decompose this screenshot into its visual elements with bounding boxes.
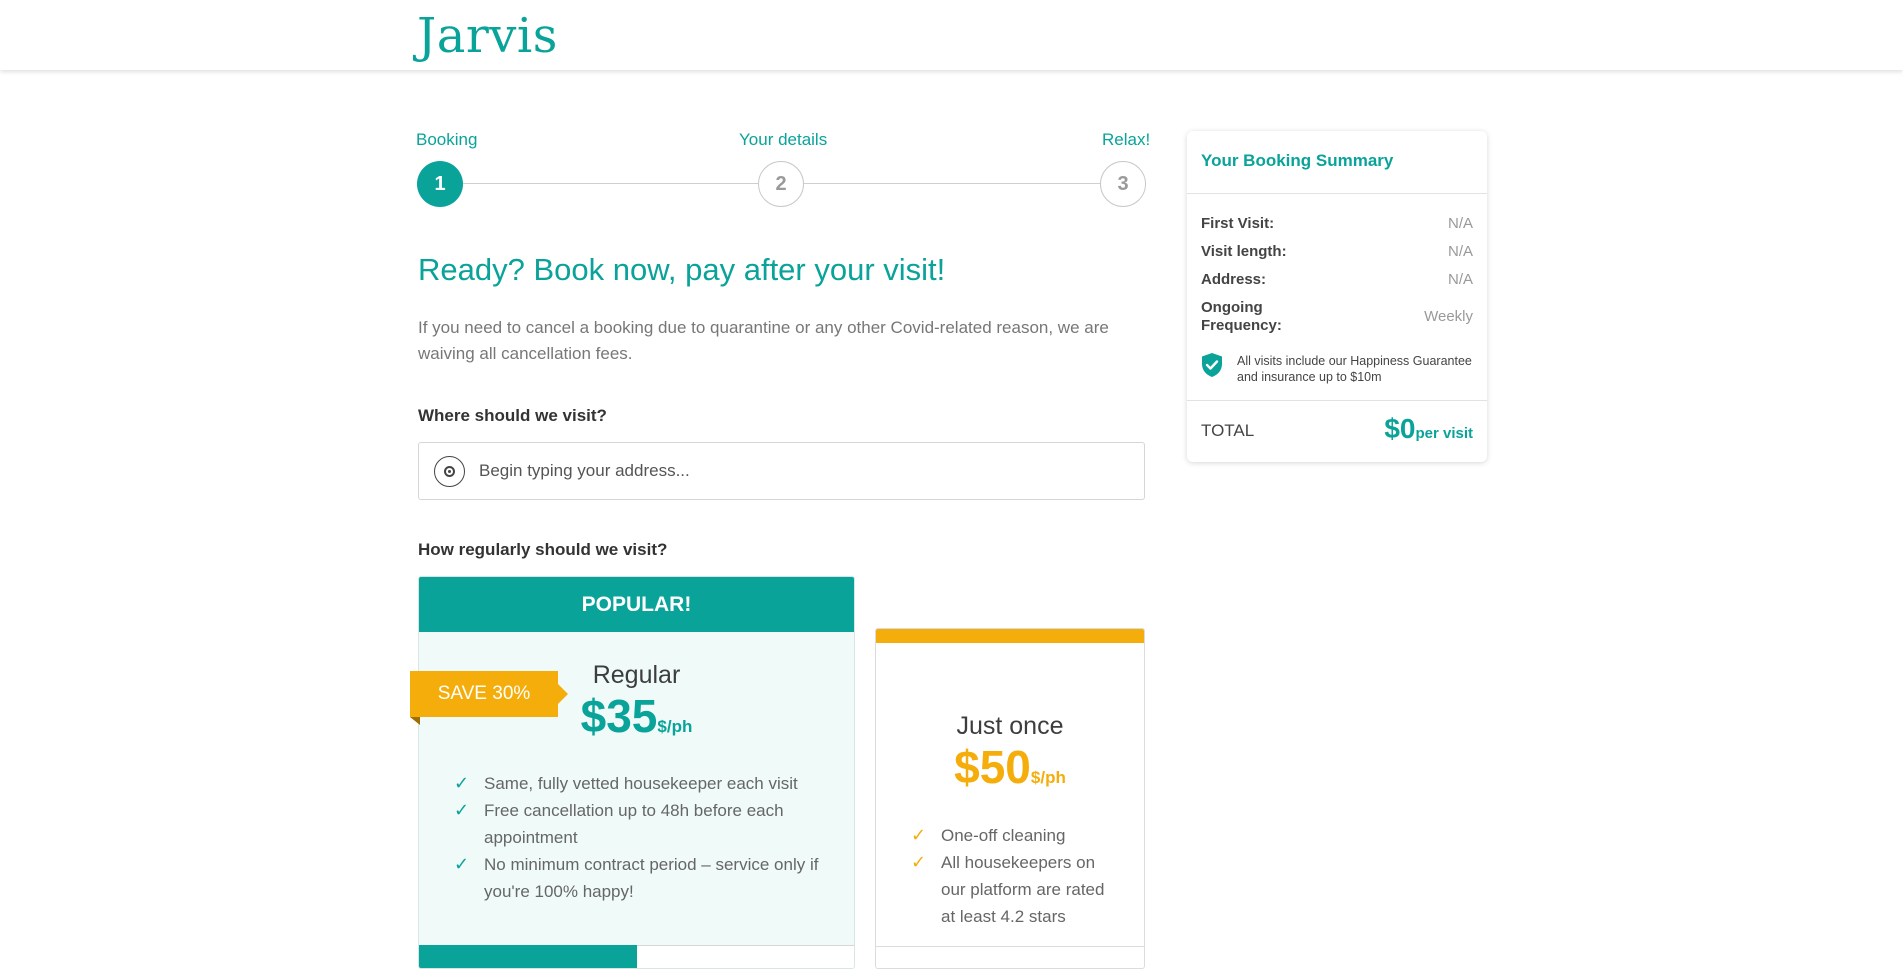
summary-frequency-label: Ongoing Frequency: bbox=[1201, 299, 1282, 334]
divider bbox=[1187, 193, 1487, 194]
summary-visit-length-label: Visit length: bbox=[1201, 243, 1287, 260]
just-once-accent-bar bbox=[876, 629, 1144, 643]
step-2-circle[interactable]: 2 bbox=[758, 161, 804, 207]
price-amount-regular: $35 bbox=[580, 690, 658, 742]
price-just-once: $50$/ph bbox=[876, 740, 1144, 794]
booking-summary-panel: Your Booking Summary First Visit: N/A Vi… bbox=[1187, 131, 1487, 462]
location-target-icon bbox=[434, 456, 465, 487]
summary-first-visit-label: First Visit: bbox=[1201, 215, 1275, 232]
regular-plan-options bbox=[419, 945, 854, 968]
check-icon: ✓ bbox=[454, 854, 470, 874]
step-label-booking: Booking bbox=[416, 130, 478, 149]
price-amount-just-once: $50 bbox=[954, 741, 1031, 793]
list-item: ✓ Same, fully vetted housekeeper each vis… bbox=[454, 770, 824, 797]
feature-list-regular: ✓ Same, fully vetted housekeeper each vis… bbox=[454, 770, 824, 905]
plan-card-regular[interactable]: POPULAR! Regular $35$/ph ✓ Same, fully ve… bbox=[418, 576, 855, 969]
jarvis-logo[interactable]: Jarvis bbox=[417, 8, 558, 64]
step-3-circle[interactable]: 3 bbox=[1100, 161, 1146, 207]
plan-option-tab-selected[interactable] bbox=[419, 945, 637, 968]
step-connector-1-2 bbox=[463, 183, 758, 184]
happiness-guarantee-text: All visits include our Happiness Guarant… bbox=[1237, 354, 1472, 384]
total-amount: $0 bbox=[1384, 413, 1416, 444]
plan-card-just-once[interactable]: Just once $50$/ph ✓ One-off cleaning ✓ All… bbox=[875, 628, 1145, 969]
step-label-your-details: Your details bbox=[739, 130, 828, 149]
address-field[interactable] bbox=[418, 442, 1145, 500]
popular-banner: POPULAR! bbox=[419, 577, 854, 632]
shield-check-icon bbox=[1202, 353, 1222, 377]
step-connector-2-3 bbox=[804, 183, 1100, 184]
list-item: ✓ Free cancellation up to 48h before each… bbox=[454, 797, 824, 851]
total-unit: per visit bbox=[1415, 425, 1473, 442]
covid-cancellation-notice: If you need to cancel a booking due to q… bbox=[418, 318, 1109, 363]
top-navigation-bar: Jarvis bbox=[0, 0, 1903, 70]
price-unit-regular: $/ph bbox=[657, 717, 693, 736]
check-icon: ✓ bbox=[454, 773, 470, 793]
check-icon: ✓ bbox=[911, 852, 927, 872]
list-item: ✓ No minimum contract period – service on… bbox=[454, 851, 824, 905]
divider bbox=[1187, 400, 1487, 401]
page-title: Ready? Book now, pay after your visit! bbox=[418, 252, 946, 287]
total-label: TOTAL bbox=[1201, 421, 1255, 440]
step-label-relax: Relax! bbox=[1102, 130, 1151, 149]
check-icon: ✓ bbox=[454, 800, 470, 820]
price-unit-just-once: $/ph bbox=[1030, 768, 1066, 787]
summary-frequency-value: Weekly bbox=[1424, 308, 1473, 325]
address-input[interactable] bbox=[479, 443, 1129, 499]
divider bbox=[876, 946, 1144, 947]
step-1-circle[interactable]: 1 bbox=[417, 161, 463, 207]
feature-list-just-once: ✓ One-off cleaning ✓ All housekeepers on o… bbox=[911, 822, 1121, 930]
summary-visit-length-value: N/A bbox=[1447, 243, 1473, 260]
plan-option-tab[interactable] bbox=[637, 945, 854, 968]
save-badge: SAVE 30% bbox=[410, 671, 568, 717]
save-badge-fold bbox=[410, 717, 420, 725]
check-icon: ✓ bbox=[911, 825, 927, 845]
summary-first-visit-value: N/A bbox=[1447, 215, 1473, 232]
plan-name-just-once: Just once bbox=[956, 712, 1064, 740]
summary-address-value: N/A bbox=[1447, 271, 1473, 288]
frequency-question-label: How regularly should we visit? bbox=[418, 540, 668, 559]
total-value: $0per visit bbox=[1384, 413, 1473, 445]
booking-summary-title: Your Booking Summary bbox=[1201, 151, 1394, 170]
list-item: ✓ All housekeepers on our platform are ra… bbox=[911, 849, 1121, 930]
address-question-label: Where should we visit? bbox=[418, 406, 607, 425]
summary-address-label: Address: bbox=[1201, 271, 1267, 288]
list-item: ✓ One-off cleaning bbox=[911, 822, 1121, 849]
